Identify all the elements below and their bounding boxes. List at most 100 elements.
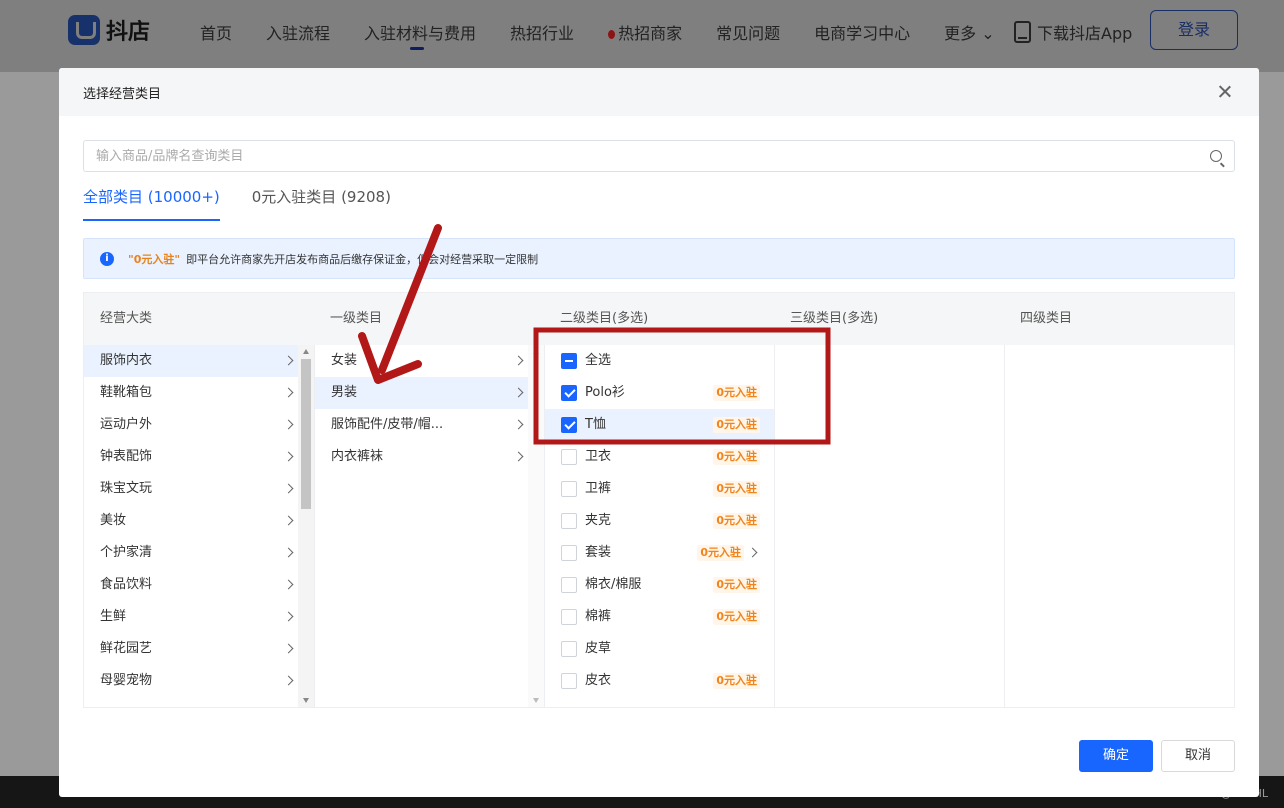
main-category-item[interactable]: 鲜花园艺	[84, 633, 314, 665]
scrollbar[interactable]	[528, 345, 544, 707]
nav-item-materials[interactable]: 入驻材料与费用	[364, 20, 476, 50]
notice-highlight: "0元入驻"	[128, 252, 181, 266]
chevron-right-icon	[513, 387, 524, 398]
level2-category-list: 全选 Polo衫 0元入驻 T恤 0元入驻 卫衣 0元入驻 卫裤 0元入驻 夹克 0元入驻 套装 0元入…	[544, 345, 774, 707]
checkbox[interactable]	[561, 641, 577, 657]
search-icon[interactable]	[1210, 150, 1222, 162]
level2-category-item[interactable]: 皮草	[545, 633, 774, 665]
category-modal: 选择经营类目 全部类目 (10000+) 0元入驻类目 (9208) i "0元…	[59, 68, 1259, 797]
item-label: 棉衣/棉服	[585, 577, 642, 592]
confirm-button[interactable]: 确定	[1079, 740, 1153, 772]
level1-category-list: 女装 男装 服饰配件/皮带/帽... 内衣裤袜	[314, 345, 544, 707]
checkbox[interactable]	[561, 385, 577, 401]
main-category-item[interactable]: 生鲜	[84, 601, 314, 633]
nav-menu: 首页 入驻流程 入驻材料与费用 热招行业 热招商家 常见问题 电商学习中心 更多…	[200, 20, 1029, 50]
checkbox[interactable]	[561, 417, 577, 433]
zero-fee-badge: 0元入驻	[697, 545, 744, 561]
phone-icon	[1014, 21, 1031, 43]
checkbox[interactable]	[561, 353, 577, 369]
nav-item-learning[interactable]: 电商学习中心	[814, 20, 910, 44]
item-label: 食品饮料	[100, 577, 153, 592]
item-label: 全选	[585, 353, 612, 368]
checkbox[interactable]	[561, 481, 577, 497]
scrollbar-thumb[interactable]	[301, 359, 311, 509]
nav-item-merchants[interactable]: 热招商家	[608, 20, 682, 44]
main-category-item[interactable]: 服饰内衣	[84, 345, 314, 377]
main-category-item[interactable]: 美妆	[84, 505, 314, 537]
level2-category-item[interactable]: T恤 0元入驻	[545, 409, 774, 441]
checkbox[interactable]	[561, 609, 577, 625]
level1-category-item[interactable]: 女装	[315, 345, 544, 377]
level2-category-item[interactable]: 皮衣 0元入驻	[545, 665, 774, 697]
checkbox[interactable]	[561, 513, 577, 529]
main-category-item[interactable]: 母婴宠物	[84, 665, 314, 697]
item-label: 服饰内衣	[100, 353, 153, 368]
zero-fee-badge: 0元入驻	[713, 385, 760, 401]
nav-item-industries[interactable]: 热招行业	[510, 20, 574, 44]
main-category-item[interactable]: 个护家清	[84, 537, 314, 569]
level2-category-item[interactable]: 套装 0元入驻	[545, 537, 774, 569]
main-category-item[interactable]: 珠宝文玩	[84, 473, 314, 505]
chevron-right-icon	[283, 451, 294, 462]
item-label: 棉裤	[585, 609, 612, 624]
scrollbar[interactable]	[298, 345, 314, 707]
nav-item-process[interactable]: 入驻流程	[266, 20, 330, 44]
checkbox[interactable]	[561, 673, 577, 689]
item-label: 男装	[331, 385, 358, 400]
level2-category-item[interactable]: 卫衣 0元入驻	[545, 441, 774, 473]
item-label: 皮草	[585, 641, 612, 656]
chevron-right-icon	[283, 483, 294, 494]
level2-category-item[interactable]: Polo衫 0元入驻	[545, 377, 774, 409]
scroll-down-icon[interactable]	[533, 698, 539, 703]
checkbox[interactable]	[561, 449, 577, 465]
chevron-down-icon: ⌄	[976, 24, 995, 43]
checkbox[interactable]	[561, 545, 577, 561]
checkbox[interactable]	[561, 577, 577, 593]
nav-more-label: 更多	[944, 24, 977, 43]
header-level3: 三级类目(多选)	[790, 311, 879, 326]
notice-text: 即平台允许商家先开店发布商品后缴存保证金，但会对经营采取一定限制	[186, 252, 539, 266]
download-app-link[interactable]: 下载抖店App	[1014, 20, 1132, 44]
select-all-option[interactable]: 全选	[545, 345, 774, 377]
scroll-up-icon[interactable]	[533, 349, 539, 354]
main-category-item[interactable]: 鞋靴箱包	[84, 377, 314, 409]
zero-fee-badge: 0元入驻	[713, 609, 760, 625]
search-input[interactable]	[84, 141, 1184, 171]
item-label: T恤	[585, 417, 606, 432]
category-panel: 经营大类 一级类目 二级类目(多选) 三级类目(多选) 四级类目 服饰内衣 鞋靴…	[83, 292, 1235, 708]
header-main-category: 经营大类	[100, 311, 153, 326]
level1-category-item[interactable]: 服饰配件/皮带/帽...	[315, 409, 544, 441]
login-button[interactable]: 登录	[1150, 10, 1238, 50]
main-category-item[interactable]: 运动户外	[84, 409, 314, 441]
level2-category-item[interactable]: 棉裤 0元入驻	[545, 601, 774, 633]
tab-zero-fee-categories[interactable]: 0元入驻类目 (9208)	[252, 186, 391, 221]
header-level1: 一级类目	[330, 311, 383, 326]
chevron-right-icon	[283, 387, 294, 398]
header-level4: 四级类目	[1020, 311, 1073, 326]
chevron-right-icon	[513, 355, 524, 366]
level2-category-item[interactable]: 夹克 0元入驻	[545, 505, 774, 537]
zero-fee-badge: 0元入驻	[713, 577, 760, 593]
site-logo[interactable]: 抖店	[68, 14, 150, 46]
level2-category-item[interactable]: 卫裤 0元入驻	[545, 473, 774, 505]
info-icon: i	[100, 251, 114, 266]
cancel-button[interactable]: 取消	[1161, 740, 1235, 772]
tab-all-categories[interactable]: 全部类目 (10000+)	[83, 186, 220, 221]
level4-category-list	[1004, 345, 1234, 707]
level1-category-item[interactable]: 男装	[315, 377, 544, 409]
main-category-item[interactable]: 钟表配饰	[84, 441, 314, 473]
close-icon[interactable]	[1215, 82, 1235, 102]
scroll-up-icon[interactable]	[303, 349, 309, 354]
chevron-right-icon	[283, 643, 294, 654]
chevron-right-icon	[513, 419, 524, 430]
nav-item-faq[interactable]: 常见问题	[716, 20, 780, 44]
level2-category-item[interactable]: 棉衣/棉服 0元入驻	[545, 569, 774, 601]
item-label: 珠宝文玩	[100, 481, 153, 496]
nav-item-home[interactable]: 首页	[200, 20, 232, 44]
item-label: 女装	[331, 353, 358, 368]
level1-category-item[interactable]: 内衣裤袜	[315, 441, 544, 473]
scroll-down-icon[interactable]	[303, 698, 309, 703]
nav-item-more[interactable]: 更多 ⌄	[944, 20, 995, 44]
main-category-item[interactable]: 食品饮料	[84, 569, 314, 601]
zero-fee-badge: 0元入驻	[713, 449, 760, 465]
